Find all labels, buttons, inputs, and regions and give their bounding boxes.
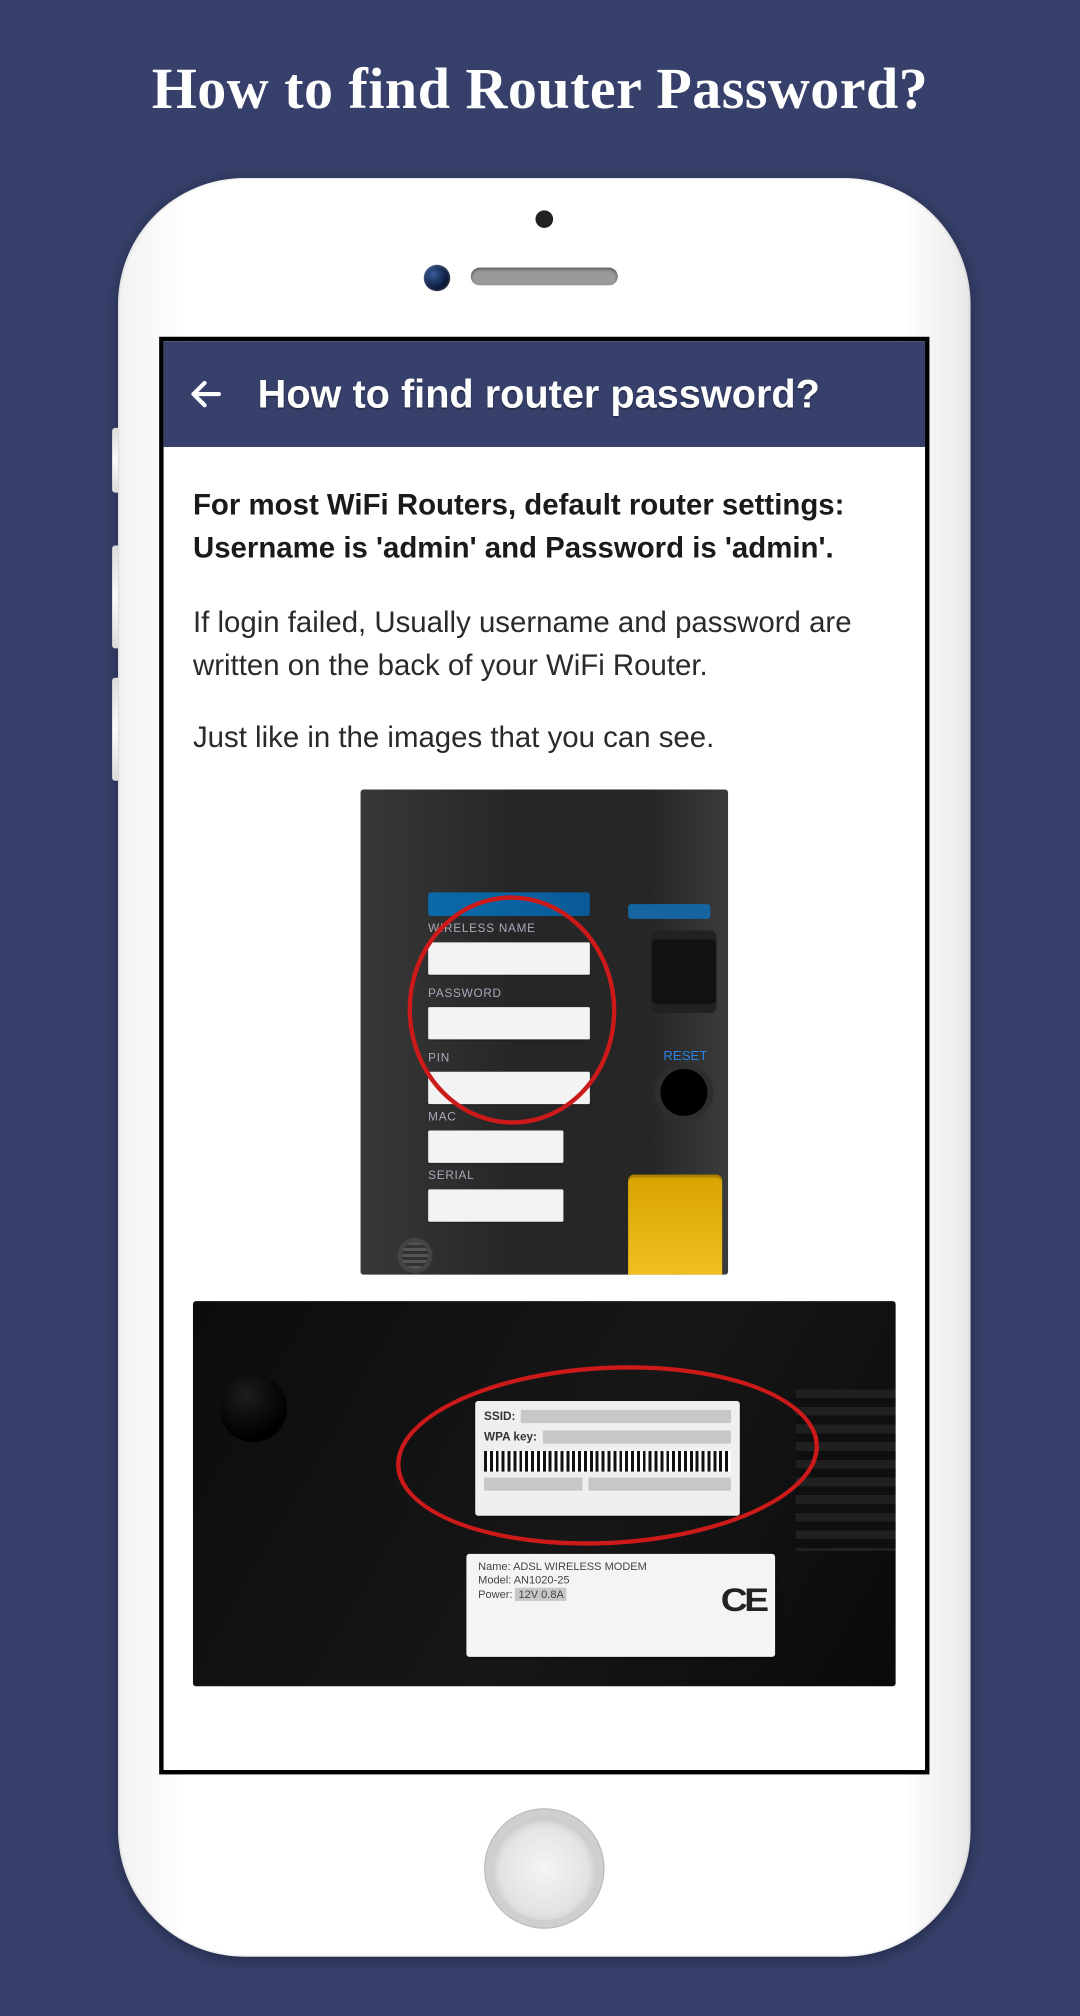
phone-camera — [424, 265, 450, 291]
router-image-2: SSID: WPA key: Name: ADSL WIRELESS MODEM… — [193, 1301, 896, 1686]
phone-screen: How to find router password? For most Wi… — [159, 337, 929, 1775]
phone-sensor — [535, 210, 553, 228]
ce-mark: CE — [721, 1580, 766, 1620]
page-title: How to find Router Password? — [0, 0, 1080, 122]
content-area: For most WiFi Routers, default router se… — [164, 447, 925, 1730]
fallback-paragraph: If login failed, Usually username and pa… — [193, 603, 896, 688]
router1-ethernet-port — [652, 931, 717, 1013]
router1-yellow-port — [628, 1175, 722, 1275]
phone-speaker — [471, 268, 618, 286]
phone-side-button — [112, 546, 118, 649]
router1-reset-button — [660, 1069, 707, 1116]
images-note-paragraph: Just like in the images that you can see… — [193, 717, 896, 760]
back-arrow-icon[interactable] — [187, 375, 225, 413]
app-header-title: How to find router password? — [258, 371, 820, 417]
router1-broadband-strip — [628, 904, 710, 919]
phone-mockup: How to find router password? For most Wi… — [118, 178, 971, 1957]
router-image-1-wrap: WIRELESS NAME PASSWORD PIN MAC SERIAL RE… — [193, 790, 896, 1275]
router1-vent — [402, 1242, 428, 1268]
router1-label-serial: SERIAL — [428, 1189, 563, 1221]
router1-reset-label: RESET — [663, 1048, 707, 1063]
phone-home-button — [486, 1810, 604, 1928]
router1-label-mac: MAC — [428, 1131, 563, 1163]
router-image-1: WIRELESS NAME PASSWORD PIN MAC SERIAL RE… — [361, 790, 729, 1275]
phone-side-button — [112, 678, 118, 781]
phone-frame: How to find router password? For most Wi… — [118, 178, 971, 1957]
router-image-2-wrap: SSID: WPA key: Name: ADSL WIRELESS MODEM… — [193, 1301, 896, 1686]
app-header: How to find router password? — [164, 341, 925, 447]
phone-side-button — [112, 428, 118, 493]
router2-round-button — [219, 1375, 287, 1443]
router2-highlight-circle — [391, 1355, 823, 1556]
intro-paragraph: For most WiFi Routers, default router se… — [193, 485, 896, 570]
router2-bottom-sticker: Name: ADSL WIRELESS MODEM Model: AN1020-… — [466, 1554, 775, 1657]
